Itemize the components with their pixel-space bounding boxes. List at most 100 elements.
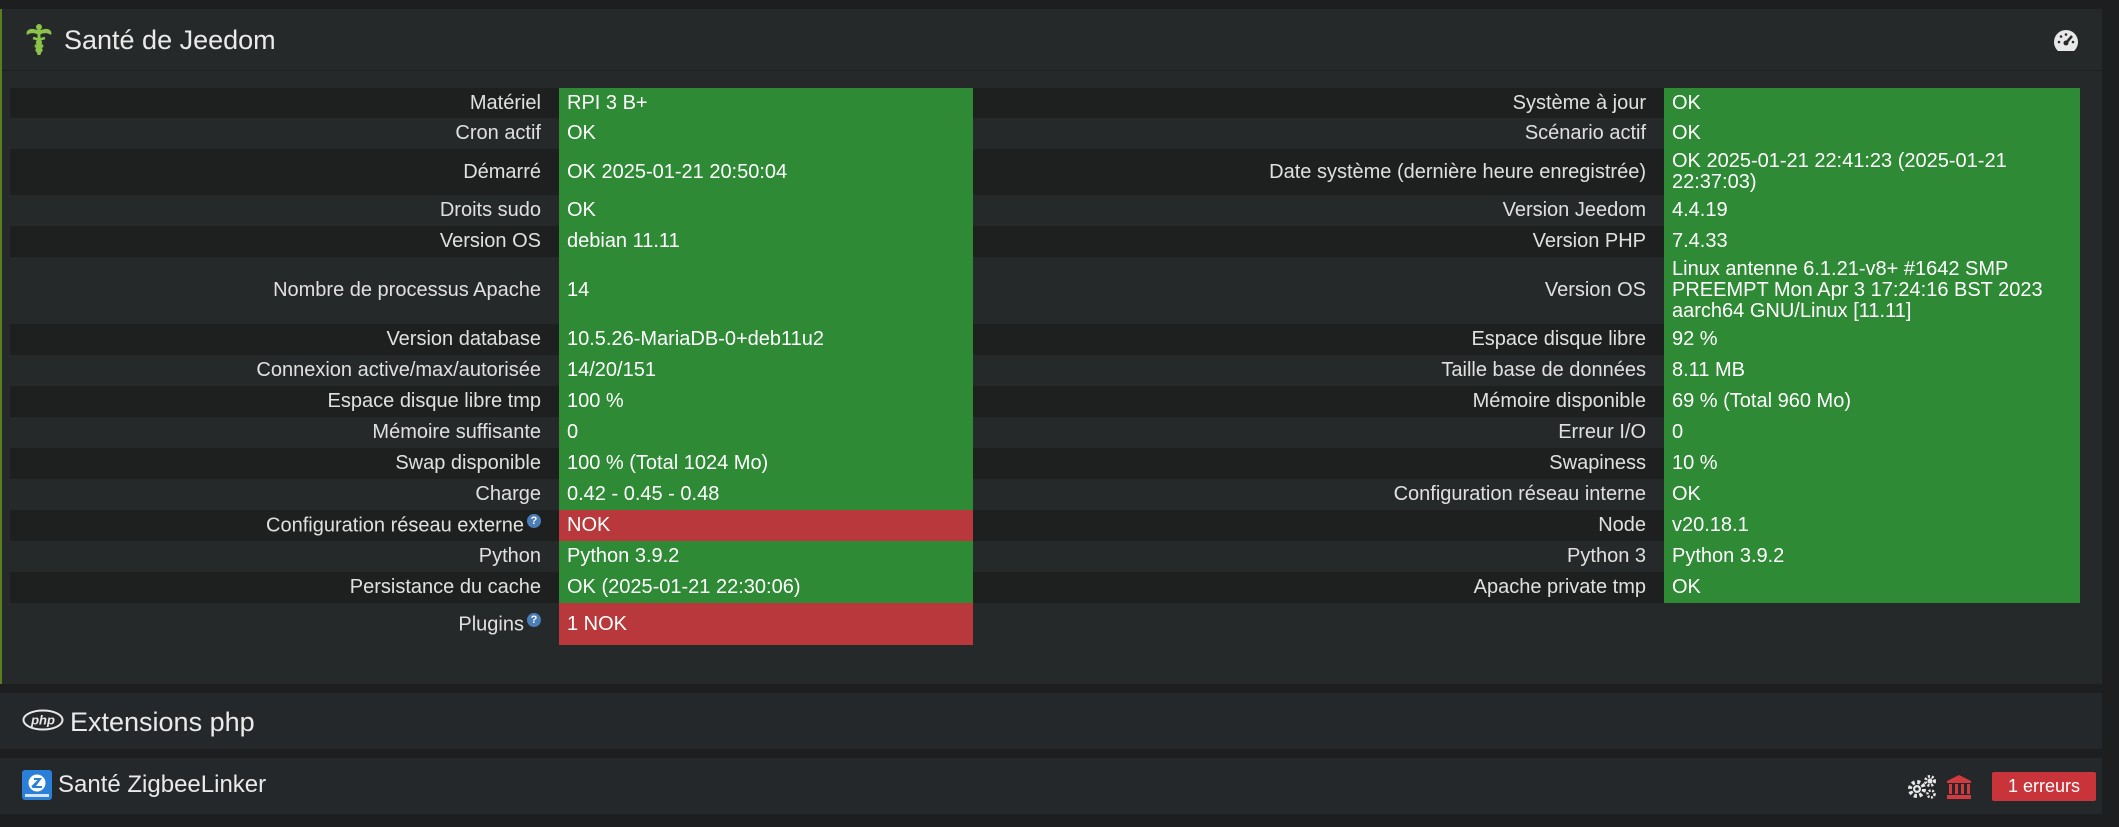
- health-row: Démarré OK 2025-01-21 20:50:04 Date systèm…: [10, 149, 2080, 195]
- health-label-right-text: Erreur I/O: [1558, 421, 1646, 443]
- health-value-right: Linux antenne 6.1.21-v8+ #1642 SMP PREEM…: [1664, 257, 2080, 324]
- health-value-left: 1 NOK: [559, 603, 973, 645]
- zigbee-health-panel[interactable]: Santé ZigbeeLinker 1 erreurs: [0, 758, 2102, 814]
- health-panel: Santé de Jeedom Matériel RPI 3 B+ Système …: [0, 9, 2102, 684]
- health-label-left-text: Configuration réseau externe: [266, 514, 524, 537]
- health-row: Espace disque libre tmp 100 % Mémoire disp…: [10, 386, 2080, 417]
- health-label-right: [973, 603, 1664, 645]
- health-label-right: Espace disque libre: [973, 324, 1664, 355]
- health-row: Plugins? 1 NOK: [10, 603, 2080, 645]
- health-label-left-text: Charge: [475, 483, 541, 505]
- health-label-left: Version OS: [10, 226, 559, 257]
- health-value-left: RPI 3 B+: [559, 88, 973, 118]
- health-value-right: 7.4.33: [1664, 226, 2080, 257]
- health-label-right: Scénario actif: [973, 118, 1664, 149]
- health-label-left-text: Connexion active/max/autorisée: [256, 359, 541, 381]
- health-label-left-text: Version OS: [439, 230, 541, 252]
- health-label-right-text: Version OS: [1544, 279, 1646, 301]
- health-label-right-text: Swapiness: [1549, 452, 1646, 474]
- health-label-left-text: Mémoire suffisante: [372, 421, 541, 443]
- health-label-left: Espace disque libre tmp: [10, 386, 559, 417]
- health-label-left-text: Python: [478, 545, 541, 567]
- health-label-right: Système à jour: [973, 88, 1664, 118]
- health-label-right-text: Espace disque libre: [1471, 328, 1646, 350]
- health-row: Cron actif OK Scénario actif OK: [10, 118, 2080, 149]
- health-value-left: Python 3.9.2: [559, 541, 973, 572]
- health-label-right-text: Python 3: [1567, 545, 1646, 567]
- health-label-right: Python 3: [973, 541, 1664, 572]
- health-value-left: 100 %: [559, 386, 973, 417]
- health-row: Charge 0.42 - 0.45 - 0.48 Configuration ré…: [10, 479, 2080, 510]
- health-label-left-text: Démarré: [463, 160, 541, 183]
- health-label-right: Taille base de données: [973, 355, 1664, 386]
- health-row: Mémoire suffisante 0 Erreur I/O 0: [10, 417, 2080, 448]
- health-value-right: 4.4.19: [1664, 195, 2080, 226]
- health-row: Matériel RPI 3 B+ Système à jour OK: [10, 88, 2080, 118]
- php-extensions-panel[interactable]: php Extensions php: [0, 693, 2102, 749]
- help-icon[interactable]: ?: [527, 514, 541, 529]
- errors-badge[interactable]: 1 erreurs: [1991, 772, 2096, 801]
- health-label-left: Charge: [10, 479, 559, 510]
- health-row: Droits sudo OK Version Jeedom 4.4.19: [10, 195, 2080, 226]
- health-row: Connexion active/max/autorisée 14/20/151 T…: [10, 355, 2080, 386]
- health-value-right: OK: [1664, 572, 2080, 603]
- health-label-right-text: Node: [1598, 514, 1646, 536]
- health-row: Swap disponible 100 % (Total 1024 Mo) Swap…: [10, 448, 2080, 479]
- php-extensions-title: Extensions php: [70, 707, 255, 737]
- health-label-right-text: Version Jeedom: [1502, 199, 1646, 221]
- health-label-left: Connexion active/max/autorisée: [10, 355, 559, 386]
- health-label-left-text: Persistance du cache: [349, 576, 541, 598]
- health-label-left: Cron actif: [10, 118, 559, 149]
- health-row: Persistance du cache OK (2025-01-21 22:30…: [10, 572, 2080, 603]
- health-label-right-text: Date système (dernière heure enregistrée…: [1269, 160, 1646, 183]
- health-label-left-text: Matériel: [469, 91, 541, 114]
- health-label-right-text: Scénario actif: [1524, 122, 1646, 144]
- health-label-left: Matériel: [10, 88, 559, 118]
- health-row: Nombre de processus Apache 14 Version OS Li…: [10, 257, 2080, 324]
- health-label-left-text: Nombre de processus Apache: [273, 279, 541, 301]
- health-value-left: OK 2025-01-21 20:50:04: [559, 149, 973, 195]
- health-value-right: 0: [1664, 417, 2080, 448]
- health-label-right: Version OS: [973, 257, 1664, 324]
- health-value-left: 0.42 - 0.45 - 0.48: [559, 479, 973, 510]
- health-label-right: Configuration réseau interne: [973, 479, 1664, 510]
- health-table: Matériel RPI 3 B+ Système à jour OK Cron act…: [10, 88, 2080, 645]
- health-value-left: debian 11.11: [559, 226, 973, 257]
- health-label-right-text: Version PHP: [1532, 230, 1646, 252]
- health-value-right: 69 % (Total 960 Mo): [1664, 386, 2080, 417]
- health-label-right: Erreur I/O: [973, 417, 1664, 448]
- help-icon[interactable]: ?: [527, 612, 541, 627]
- gauge-icon[interactable]: [2052, 28, 2080, 59]
- health-value-left: OK: [559, 118, 973, 149]
- health-label-right-text: Taille base de données: [1441, 359, 1646, 381]
- health-label-left-text: Espace disque libre tmp: [327, 390, 541, 412]
- health-label-right: Version Jeedom: [973, 195, 1664, 226]
- health-label-left: Persistance du cache: [10, 572, 559, 603]
- health-label-left-text: Version database: [386, 328, 541, 350]
- health-value-right: 10 %: [1664, 448, 2080, 479]
- health-label-right: Version PHP: [973, 226, 1664, 257]
- health-label-left: Démarré: [10, 149, 559, 195]
- health-value-left: 100 % (Total 1024 Mo): [559, 448, 973, 479]
- health-label-left-text: Cron actif: [455, 122, 541, 144]
- health-label-left-text: Droits sudo: [439, 199, 541, 221]
- health-panel-title: Santé de Jeedom: [64, 25, 276, 55]
- cogs-icon[interactable]: [1906, 774, 1938, 805]
- health-value-left: 0: [559, 417, 973, 448]
- health-row: Version OS debian 11.11 Version PHP 7.4.33: [10, 226, 2080, 257]
- health-value-right: Python 3.9.2: [1664, 541, 2080, 572]
- health-label-left: Plugins?: [10, 603, 559, 645]
- health-label-left: Version database: [10, 324, 559, 355]
- health-label-left: Mémoire suffisante: [10, 417, 559, 448]
- svg-text:php: php: [30, 713, 55, 728]
- health-label-right-text: Configuration réseau interne: [1393, 483, 1646, 505]
- health-panel-header: Santé de Jeedom: [2, 9, 2102, 71]
- health-label-left: Droits sudo: [10, 195, 559, 226]
- health-label-right: Node: [973, 510, 1664, 541]
- caduceus-icon: [22, 23, 56, 62]
- bank-icon[interactable]: [1946, 774, 1972, 805]
- health-value-left: 14: [559, 257, 973, 324]
- health-value-left: OK (2025-01-21 22:30:06): [559, 572, 973, 603]
- health-row: Version database 10.5.26-MariaDB-0+deb11u…: [10, 324, 2080, 355]
- health-label-right: Apache private tmp: [973, 572, 1664, 603]
